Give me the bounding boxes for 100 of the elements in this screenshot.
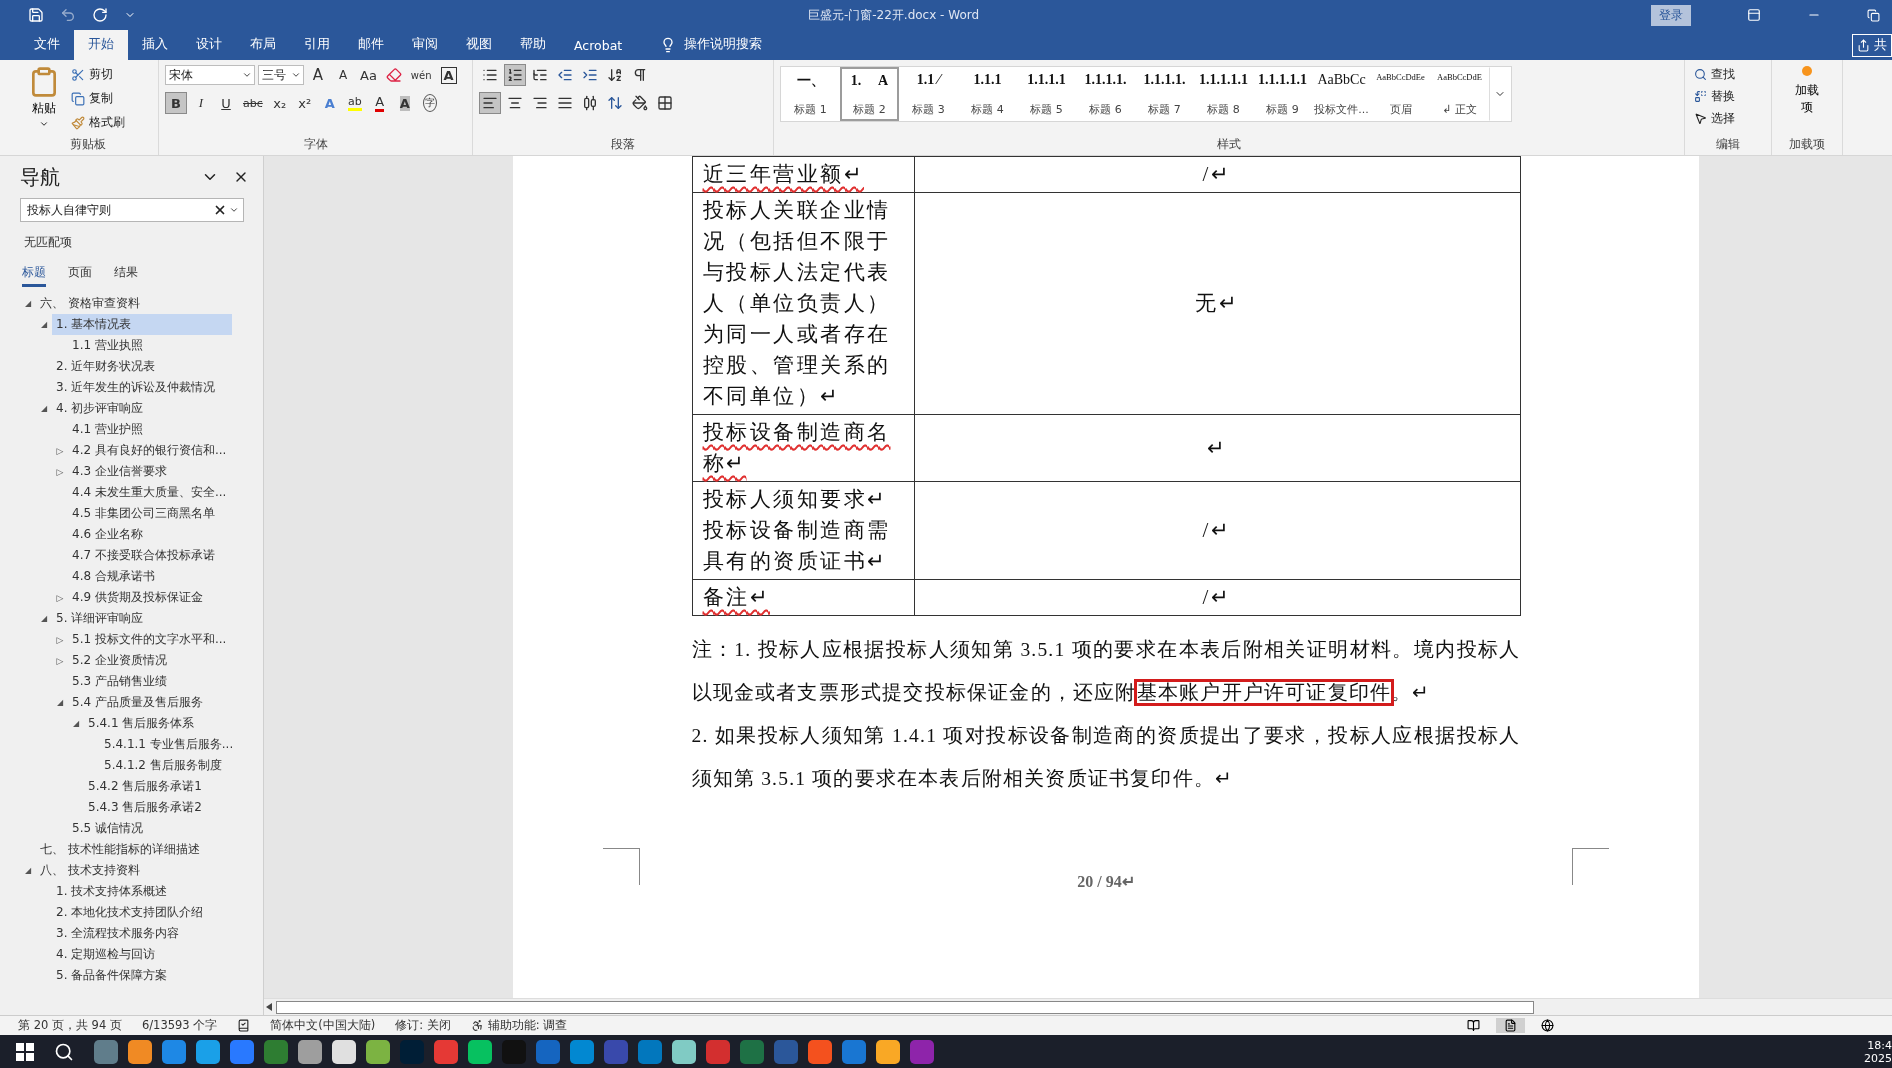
ribbon-tab[interactable]: 审阅 bbox=[398, 30, 452, 60]
nav-tab[interactable]: 结果 bbox=[114, 261, 138, 287]
numbering-button[interactable] bbox=[504, 64, 526, 86]
ribbon-tab[interactable]: 帮助 bbox=[506, 30, 560, 60]
shading-button[interactable]: A bbox=[393, 92, 416, 114]
bold-button[interactable]: B bbox=[165, 92, 187, 114]
heading-item[interactable]: 1.1 营业执照 bbox=[68, 335, 147, 356]
expand-toggle[interactable]: ◢ bbox=[72, 719, 80, 728]
select-button[interactable]: 选择 bbox=[1691, 108, 1738, 129]
ribbon-tab[interactable]: 文件 bbox=[20, 30, 74, 60]
app-icon[interactable] bbox=[332, 1039, 356, 1064]
heading-item[interactable]: 5.4 产品质量及售后服务 bbox=[68, 692, 207, 713]
phonetic-button[interactable]: wén bbox=[407, 64, 435, 86]
heading-item[interactable]: 5.4.1.2 售后服务制度 bbox=[100, 755, 226, 776]
nav-tab[interactable]: 页面 bbox=[68, 261, 92, 287]
heading-item[interactable]: 七、 技术性能指标的详细描述 bbox=[36, 839, 204, 860]
addins-button[interactable]: 加载项 bbox=[1787, 64, 1827, 137]
heading-item[interactable]: 5. 备品备件保障方案 bbox=[52, 965, 172, 986]
ribbon-tab[interactable]: 插入 bbox=[128, 30, 182, 60]
scrollbar-thumb[interactable] bbox=[276, 1000, 1534, 1014]
heading-item[interactable]: 5.5 诚信情况 bbox=[68, 818, 147, 839]
heading-item[interactable]: 5.4.1 售后服务体系 bbox=[84, 713, 199, 734]
expand-toggle[interactable]: ◢ bbox=[40, 320, 48, 329]
ribbon-tab[interactable]: Acrobat bbox=[560, 32, 637, 60]
expand-toggle[interactable]: ◢ bbox=[40, 404, 48, 413]
ribbon-tab[interactable]: 视图 bbox=[452, 30, 506, 60]
align-left-button[interactable] bbox=[479, 92, 501, 114]
app-icon[interactable] bbox=[876, 1039, 900, 1064]
heading-item[interactable]: 4.8 合规承诺书 bbox=[68, 566, 159, 587]
share-button[interactable]: 共 bbox=[1852, 33, 1892, 57]
grow-button[interactable]: A bbox=[307, 64, 329, 86]
style-item[interactable]: 1. A 标题 2 bbox=[840, 67, 899, 121]
find-button[interactable]: 查找 bbox=[1691, 64, 1738, 85]
heading-item[interactable]: 1. 基本情况表 bbox=[52, 314, 232, 335]
heading-item[interactable]: 5.4.3 售后服务承诺2 bbox=[84, 797, 206, 818]
sup-button[interactable]: x² bbox=[293, 92, 316, 114]
strike-button[interactable]: abc bbox=[240, 92, 266, 114]
scroll-left-icon[interactable] bbox=[266, 1003, 272, 1011]
heading-item[interactable]: 5.4.2 售后服务承诺1 bbox=[84, 776, 206, 797]
login-button[interactable]: 登录 bbox=[1651, 4, 1691, 26]
case-button[interactable]: Aa bbox=[357, 64, 380, 86]
expand-toggle[interactable]: ▷ bbox=[56, 634, 64, 645]
expand-toggle[interactable]: ▷ bbox=[56, 466, 64, 477]
heading-item[interactable]: 2. 近年财务状况表 bbox=[52, 356, 160, 377]
ribbon-tab[interactable]: 开始 bbox=[74, 30, 128, 60]
expand-toggle[interactable]: ◢ bbox=[40, 614, 48, 623]
heading-item[interactable]: 4.1 营业护照 bbox=[68, 419, 147, 440]
windows-start-icon[interactable] bbox=[16, 1042, 34, 1061]
search-icon[interactable] bbox=[54, 1041, 74, 1062]
replace-button[interactable]: 替换 bbox=[1691, 86, 1738, 107]
expand-toggle[interactable]: ◢ bbox=[24, 299, 32, 308]
app-icon[interactable] bbox=[672, 1039, 696, 1064]
nav-tab[interactable]: 标题 bbox=[22, 261, 46, 287]
heading-item[interactable]: 4.4 未发生重大质量、安全... bbox=[68, 482, 231, 503]
font-name-field[interactable]: 宋体 bbox=[165, 65, 255, 85]
highlight-button[interactable]: ab bbox=[343, 92, 366, 114]
paste-button[interactable]: 粘贴 bbox=[24, 64, 64, 137]
heading-item[interactable]: 4.6 企业名称 bbox=[68, 524, 147, 545]
cut-button[interactable]: 剪切 bbox=[68, 64, 128, 85]
expand-toggle[interactable]: ◢ bbox=[56, 698, 64, 707]
heading-item[interactable]: 1. 技术支持体系概述 bbox=[52, 881, 172, 902]
underline-button[interactable]: U bbox=[215, 92, 237, 114]
heading-item[interactable]: 3. 全流程技术服务内容 bbox=[52, 923, 184, 944]
heading-item[interactable]: 4.7 不接受联合体投标承诺 bbox=[68, 545, 219, 566]
app-icon[interactable] bbox=[128, 1039, 152, 1064]
heading-item[interactable]: 4. 定期巡检与回访 bbox=[52, 944, 160, 965]
heading-item[interactable]: 4.5 非集团公司三商黑名单 bbox=[68, 503, 219, 524]
app-icon[interactable] bbox=[196, 1039, 220, 1064]
expand-toggle[interactable]: ▷ bbox=[56, 445, 64, 456]
expand-toggle[interactable]: ▷ bbox=[56, 655, 64, 666]
accessibility-status[interactable]: 辅助功能: 调查 bbox=[470, 1018, 568, 1033]
heading-item[interactable]: 5. 详细评审响应 bbox=[52, 608, 148, 629]
format-painter-button[interactable]: 格式刷 bbox=[68, 112, 128, 133]
ribbon-tab[interactable]: 布局 bbox=[236, 30, 290, 60]
heading-item[interactable]: 八、 技术支持资料 bbox=[36, 860, 144, 881]
ribbon-tab[interactable]: 设计 bbox=[182, 30, 236, 60]
sub-button[interactable]: x₂ bbox=[268, 92, 291, 114]
heading-item[interactable]: 4. 初步评审响应 bbox=[52, 398, 148, 419]
app-icon[interactable] bbox=[366, 1039, 390, 1064]
expand-toggle[interactable]: ◢ bbox=[24, 866, 32, 875]
copy-button[interactable]: 复制 bbox=[68, 88, 128, 109]
heading-item[interactable]: 5.1 投标文件的文字水平和... bbox=[68, 629, 231, 650]
shrink-button[interactable]: A bbox=[332, 64, 354, 86]
ribbon-tab[interactable]: 邮件 bbox=[344, 30, 398, 60]
search-field[interactable]: 投标人自律守则 bbox=[20, 198, 244, 222]
expand-toggle[interactable]: ▷ bbox=[56, 592, 64, 603]
color-button[interactable]: A bbox=[368, 92, 391, 114]
heading-item[interactable]: 4.2 具有良好的银行资信和... bbox=[68, 440, 231, 461]
heading-item[interactable]: 3. 近年发生的诉讼及仲裁情况 bbox=[52, 377, 220, 398]
app-icon[interactable] bbox=[468, 1039, 492, 1064]
heading-item[interactable]: 5.3 产品销售业绩 bbox=[68, 671, 171, 692]
italic-button[interactable]: I bbox=[190, 92, 212, 114]
heading-item[interactable]: 4.9 供货期及投标保证金 bbox=[68, 587, 207, 608]
heading-item[interactable]: 4.3 企业信誉要求 bbox=[68, 461, 171, 482]
font-size-field[interactable]: 三号 bbox=[258, 65, 304, 85]
heading-item[interactable]: 2. 本地化技术支持团队介绍 bbox=[52, 902, 208, 923]
heading-item[interactable]: 5.2 企业资质情况 bbox=[68, 650, 171, 671]
app-icon[interactable] bbox=[298, 1039, 322, 1064]
print-view-button[interactable] bbox=[1496, 1018, 1525, 1033]
heading-item[interactable]: 5.4.1.1 专业售后服务... bbox=[100, 734, 238, 755]
